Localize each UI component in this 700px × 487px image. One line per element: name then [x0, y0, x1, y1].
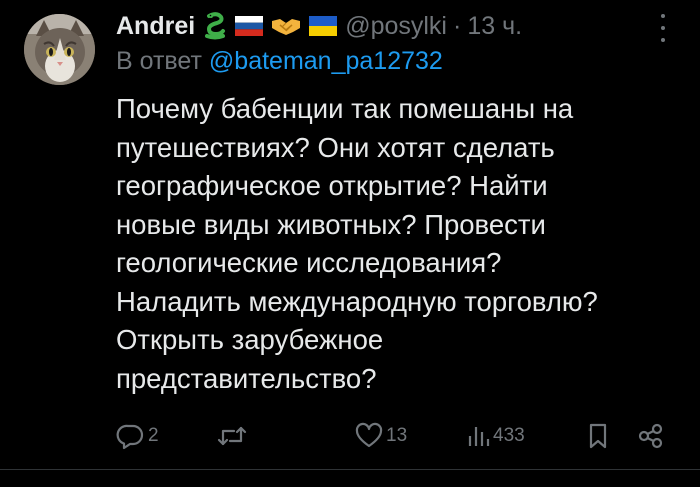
reply-count: 2: [148, 425, 159, 446]
snake-emoji-icon: [203, 12, 227, 40]
ukraine-flag-icon: [309, 16, 338, 36]
avatar[interactable]: [24, 14, 95, 85]
like-button[interactable]: 13: [354, 421, 407, 451]
cat-avatar-icon: [24, 14, 95, 85]
reply-icon: [116, 424, 144, 450]
tweet-header: Andrei @posylki · 13 ч.: [116, 8, 522, 44]
share-icon: [638, 423, 663, 449]
share-button[interactable]: [636, 421, 666, 451]
bookmark-button[interactable]: [586, 421, 610, 451]
reply-mention-link[interactable]: @bateman_pa12732: [209, 47, 443, 75]
like-count: 13: [386, 425, 408, 446]
tweet-text: Почему бабенции так помешаны на путешест…: [116, 93, 598, 394]
views-chart-icon: [468, 427, 490, 446]
views-count: 433: [493, 425, 525, 446]
heart-icon: [355, 422, 383, 448]
retweet-button[interactable]: [216, 421, 250, 451]
tweet[interactable]: Andrei @posylki · 13 ч. В ответ @bateman…: [0, 0, 700, 470]
tweet-actions: 2 13 433: [116, 421, 676, 451]
reply-prefix: В ответ: [116, 47, 202, 75]
timestamp[interactable]: 13 ч.: [467, 12, 522, 41]
more-dot-icon: [661, 38, 665, 42]
user-handle[interactable]: @posylki: [345, 12, 447, 41]
reply-button[interactable]: 2: [116, 421, 159, 451]
name-badges: [203, 12, 338, 40]
handshake-icon: [271, 15, 301, 37]
retweet-icon: [217, 426, 247, 446]
display-name[interactable]: Andrei: [116, 12, 195, 41]
more-dot-icon: [661, 26, 665, 30]
views-button[interactable]: 433: [467, 421, 525, 451]
bookmark-icon: [589, 423, 607, 449]
more-options-button[interactable]: [653, 14, 673, 42]
russia-flag-icon: [235, 16, 264, 36]
tweet-divider: [0, 469, 700, 470]
reply-context: В ответ @bateman_pa12732: [116, 47, 443, 76]
more-dot-icon: [661, 14, 665, 18]
header-separator: ·: [452, 11, 462, 40]
